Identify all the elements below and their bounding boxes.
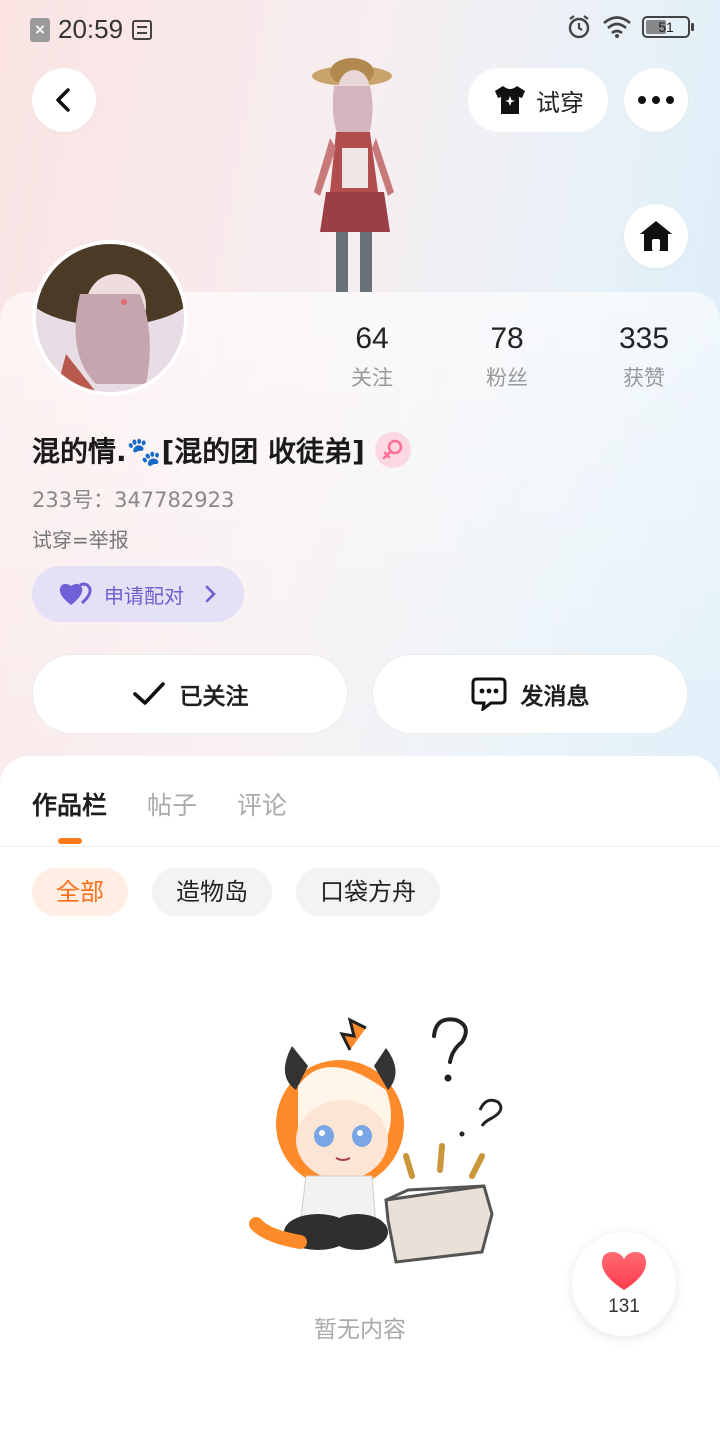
more-dots-icon bbox=[638, 96, 674, 104]
avatar[interactable] bbox=[32, 240, 188, 396]
stat-likes-label: 获赞 bbox=[623, 366, 665, 390]
stat-likes-count: 335 bbox=[618, 322, 670, 355]
username: 混的情.🐾[混的团 收徒弟] bbox=[32, 435, 365, 468]
send-message-label: 发消息 bbox=[520, 684, 590, 710]
filter-pocket-ark[interactable]: 口袋方舟 bbox=[296, 868, 440, 916]
stat-followers-label: 粉丝 bbox=[486, 366, 528, 390]
wifi-icon bbox=[603, 16, 631, 38]
like-float-button[interactable]: 131 bbox=[572, 1232, 676, 1336]
tab-posts[interactable]: 帖子 bbox=[147, 786, 197, 822]
character-model-image bbox=[312, 58, 394, 292]
stat-following[interactable]: 64 关注 bbox=[317, 322, 427, 392]
username-row: 混的情.🐾[混的团 收徒弟] bbox=[32, 430, 411, 470]
status-time: 20:59 bbox=[58, 14, 124, 44]
stat-following-label: 关注 bbox=[351, 366, 393, 390]
request-pair-label: 申请配对 bbox=[104, 583, 184, 608]
avatar-image bbox=[36, 244, 184, 392]
stat-followers[interactable]: 78 粉丝 bbox=[452, 322, 562, 392]
no-sim-icon: × bbox=[30, 17, 50, 42]
tshirt-sparkle-icon bbox=[495, 86, 525, 114]
user-id: 233号：347782923 bbox=[32, 488, 235, 512]
stat-followers-count: 78 bbox=[490, 322, 524, 355]
filter-creation-island[interactable]: 造物岛 bbox=[152, 868, 272, 916]
empty-state-illustration bbox=[249, 1017, 503, 1264]
chat-bubble-icon bbox=[471, 677, 506, 711]
tab-comments[interactable]: 评论 bbox=[237, 786, 287, 822]
screenshot-icon bbox=[132, 19, 153, 40]
chevron-right-icon bbox=[205, 585, 216, 603]
tab-works[interactable]: 作品栏 bbox=[32, 786, 107, 844]
alarm-icon bbox=[568, 15, 590, 39]
back-button[interactable] bbox=[32, 68, 96, 132]
checkmark-icon bbox=[132, 682, 165, 705]
profile-stats: 64 关注 78 粉丝 335 获赞 bbox=[300, 322, 720, 402]
chevron-left-icon bbox=[56, 88, 70, 112]
filter-chips: 全部 造物岛 口袋方舟 bbox=[32, 868, 440, 916]
filter-all[interactable]: 全部 bbox=[32, 868, 128, 916]
house-icon bbox=[640, 221, 672, 251]
battery-level: 51 bbox=[658, 19, 674, 35]
home-button[interactable] bbox=[624, 204, 688, 268]
send-message-button[interactable]: 发消息 bbox=[372, 654, 688, 734]
request-pair-button[interactable]: 申请配对 bbox=[32, 566, 244, 622]
user-bio: 试穿=举报 bbox=[32, 528, 129, 552]
try-on-label: 试穿 bbox=[536, 88, 584, 117]
more-button[interactable] bbox=[624, 68, 688, 132]
status-bar: × 20:59 51 bbox=[0, 0, 720, 58]
followed-button[interactable]: 已关注 bbox=[32, 654, 348, 734]
female-gender-icon bbox=[374, 432, 411, 468]
stat-following-count: 64 bbox=[355, 322, 389, 355]
battery-icon: 51 bbox=[642, 16, 694, 38]
heart-pair-icon bbox=[59, 582, 92, 605]
try-on-button[interactable]: 试穿 bbox=[468, 68, 608, 132]
like-count: 131 bbox=[608, 1296, 640, 1317]
followed-label: 已关注 bbox=[179, 684, 249, 710]
heart-icon bbox=[602, 1252, 646, 1290]
stat-likes[interactable]: 335 获赞 bbox=[589, 322, 699, 392]
content-tabs: 作品栏 帖子 评论 bbox=[32, 786, 287, 844]
tabs-divider bbox=[0, 846, 720, 847]
